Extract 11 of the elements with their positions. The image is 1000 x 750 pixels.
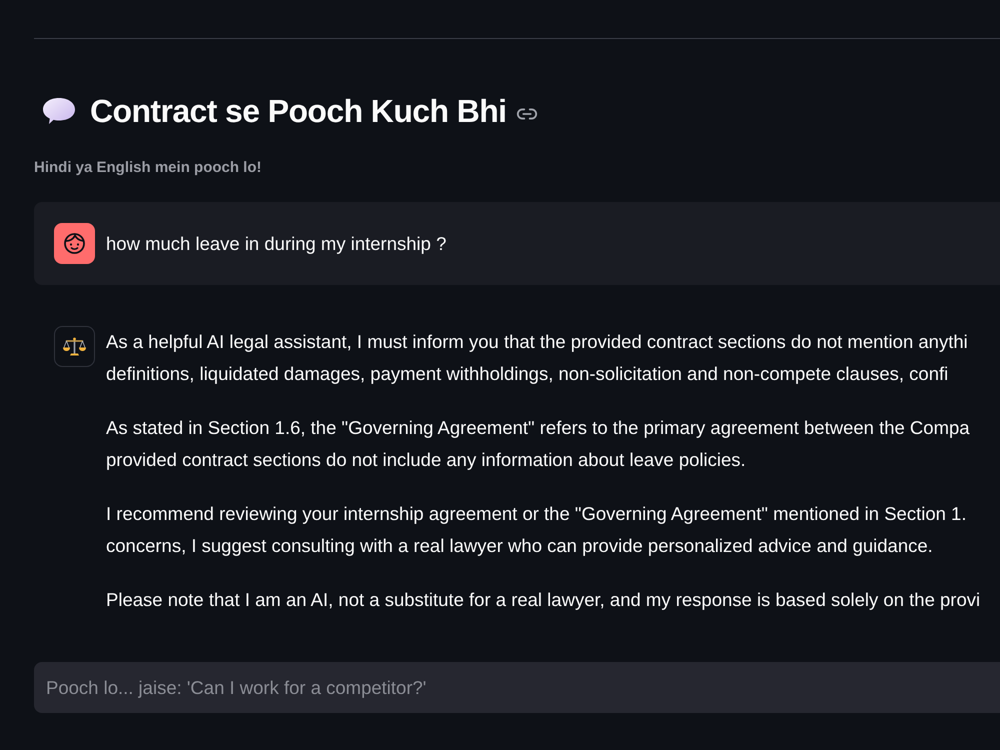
scales-avatar-icon xyxy=(54,326,95,367)
response-paragraph: Please note that I am an AI, not a substitute for a real lawyer, and my response is based solely on the provi xyxy=(106,588,980,612)
response-paragraph: As stated in Section 1.6, the "Governing Agreement" refers to the primary agreement between the Compa provided contract sections do not include any information about leave policies. xyxy=(106,416,970,472)
speech-bubble-icon xyxy=(42,97,76,125)
response-paragraph: As a helpful AI legal assistant, I must inform you that the provided contract sections do not mention anythi definitions, liquidated damages, payment withholdings, non-solicitation and non-compete clauses, confi xyxy=(106,330,968,386)
response-paragraph: I recommend reviewing your internship agreement or the "Governing Agreement" mentioned in Section 1. concerns, I suggest consulting with a real lawyer who can provide personalized advice and guidance. xyxy=(106,502,966,558)
face-avatar-icon xyxy=(54,223,95,264)
message-text: how much leave in during my internship ? xyxy=(106,232,446,256)
chat-input-field[interactable]: Pooch lo... jaise: 'Can I work for a competitor?' xyxy=(34,662,1000,713)
page-subtitle: Hindi ya English mein pooch lo! xyxy=(34,158,262,178)
page-title: Contract se Pooch Kuch Bhi xyxy=(90,92,506,131)
